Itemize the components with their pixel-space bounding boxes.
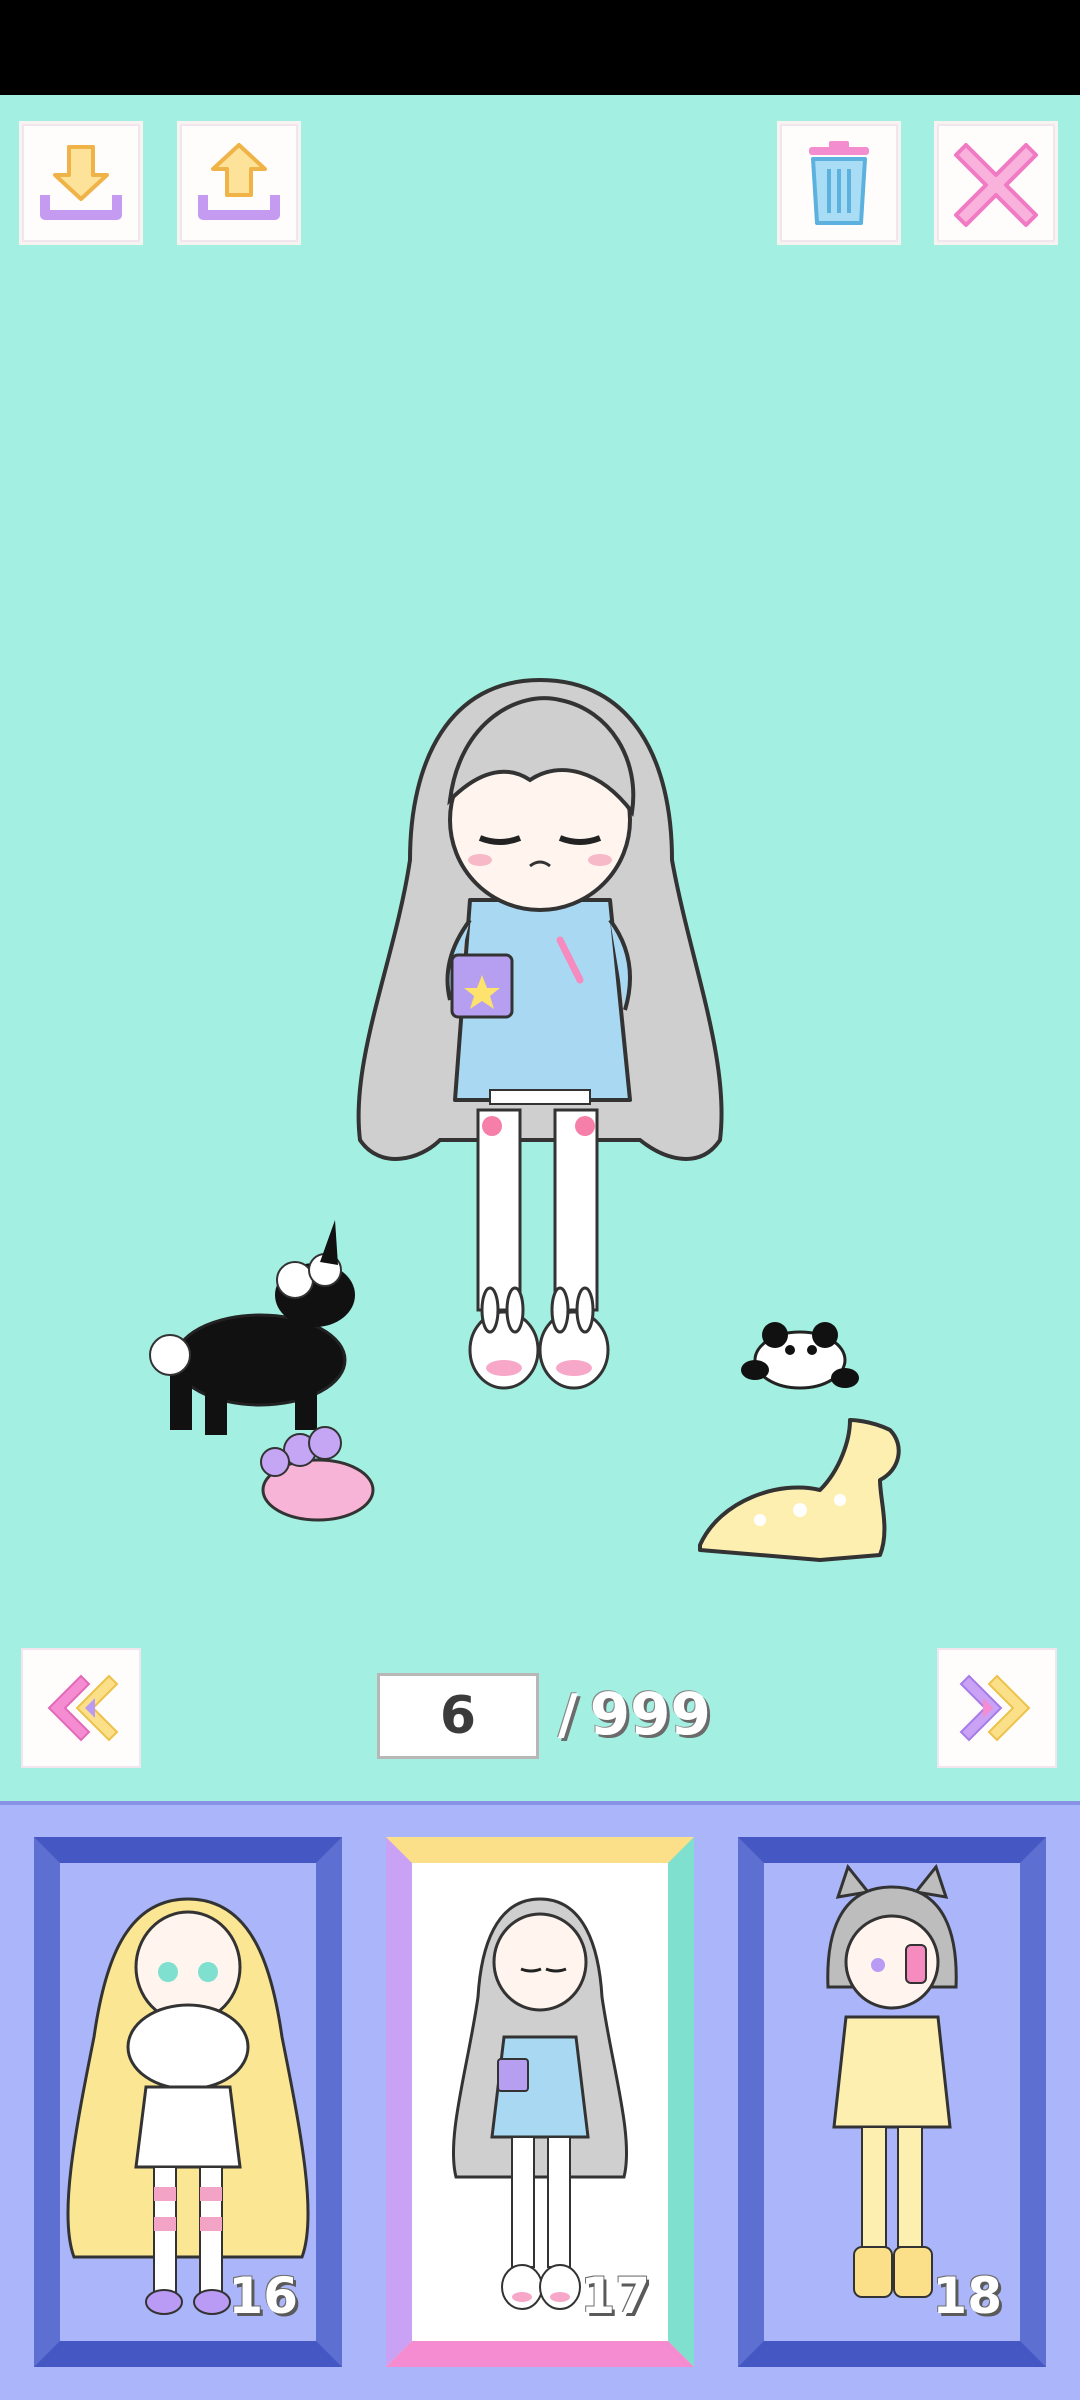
panda-plush[interactable] <box>741 1322 859 1390</box>
slot-number: 17 <box>580 2267 650 2325</box>
double-chevron-right-icon <box>959 1674 1031 1742</box>
pink-dino-plush[interactable] <box>260 1426 375 1522</box>
next-page-button[interactable] <box>937 1648 1057 1768</box>
character-slot-16[interactable]: 16 <box>34 1837 342 2367</box>
black-unicorn-plush[interactable] <box>149 1220 355 1435</box>
page-number-input[interactable]: 6 <box>377 1673 539 1759</box>
character-slot-18[interactable]: 18 <box>738 1837 1046 2367</box>
status-bar <box>0 0 1080 95</box>
yellow-dinosaur-plush[interactable] <box>698 1418 901 1562</box>
slot-number: 18 <box>932 2267 1002 2325</box>
slot-number: 16 <box>228 2267 298 2325</box>
character-slot-panel: 16 17 18 <box>0 1801 1080 2400</box>
character-slot-17-selected[interactable]: 17 <box>386 1837 694 2367</box>
page-total-count: 999 <box>589 1680 711 1748</box>
double-chevron-left-icon <box>47 1674 119 1742</box>
main-character[interactable] <box>356 677 724 1390</box>
page-total: / 999 <box>558 1668 711 1760</box>
page-separator: / <box>558 1682 578 1746</box>
dressup-stage[interactable] <box>0 95 1080 1805</box>
previous-page-button[interactable] <box>21 1648 141 1768</box>
